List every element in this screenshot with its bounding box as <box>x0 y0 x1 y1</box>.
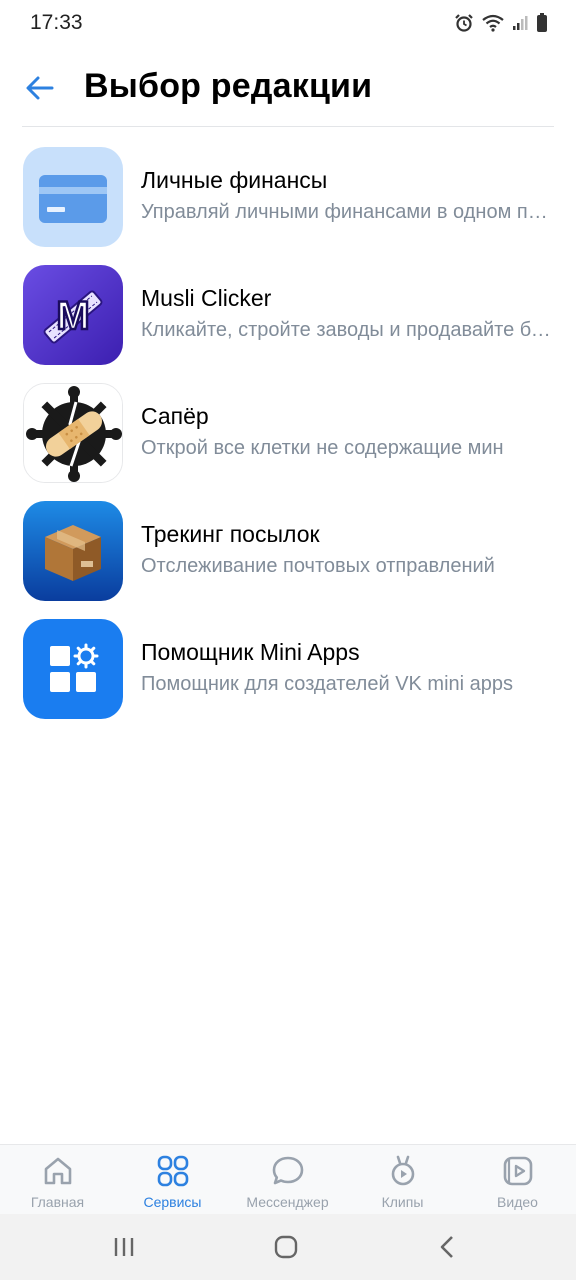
parcel-box-icon <box>23 501 123 601</box>
system-back-button[interactable] <box>428 1230 468 1264</box>
list-item-parcel-tracking[interactable]: Трекинг посылок Отслеживание почтовых от… <box>0 494 576 612</box>
status-bar: 17:33 <box>0 0 576 48</box>
home-circle-icon <box>274 1235 298 1259</box>
header: Выбор редакции <box>0 48 576 128</box>
message-bubble-icon <box>272 1156 303 1185</box>
alarm-icon <box>455 14 473 32</box>
tab-label: Сервисы <box>143 1194 202 1210</box>
item-subtitle: Открой все клетки не содержащие мин <box>141 437 504 459</box>
item-subtitle: Отслеживание почтовых отправлений <box>141 555 495 577</box>
back-button[interactable] <box>22 70 58 106</box>
tab-messenger[interactable]: Мессенджер <box>230 1145 345 1215</box>
item-title: Сапёр <box>141 403 209 429</box>
system-nav-bar <box>0 1214 576 1280</box>
tab-label: Видео <box>497 1194 538 1210</box>
home-icon <box>44 1157 71 1185</box>
item-title: Личные финансы <box>141 167 328 193</box>
list-item-personal-finance[interactable]: Личные финансы Управляй личными финансам… <box>0 140 576 258</box>
tab-label: Клипы <box>381 1194 424 1210</box>
header-divider <box>22 126 554 127</box>
item-title: Трекинг посылок <box>141 521 320 547</box>
recents-icon <box>114 1238 134 1256</box>
svg-text:M: M <box>56 294 89 338</box>
video-icon <box>503 1156 532 1186</box>
item-title: Помощник Mini Apps <box>141 639 360 665</box>
status-time: 17:33 <box>30 11 83 34</box>
tab-label: Главная <box>30 1194 85 1210</box>
signal-icon <box>513 16 528 30</box>
item-subtitle: Управляй личными финансами в одном прило… <box>141 201 553 223</box>
tab-services[interactable]: Сервисы <box>115 1145 230 1215</box>
clips-icon <box>391 1155 414 1186</box>
tab-label: Мессенджер <box>246 1194 329 1210</box>
tab-home[interactable]: Главная <box>0 1145 115 1215</box>
list-item-mini-apps-helper[interactable]: Помощник Mini Apps Помощник для создател… <box>0 612 576 730</box>
battery-icon <box>537 13 547 32</box>
services-grid-icon <box>157 1155 188 1187</box>
home-button[interactable] <box>266 1230 306 1264</box>
status-icons <box>454 13 548 33</box>
mine-bandage-icon <box>23 383 123 483</box>
list-item-minesweeper[interactable]: Сапёр Открой все клетки не содержащие ми… <box>0 376 576 494</box>
page-title: Выбор редакции <box>84 67 373 105</box>
musli-clicker-icon: M <box>23 265 123 365</box>
wifi-icon <box>482 14 504 32</box>
chevron-left-icon <box>440 1236 453 1258</box>
item-subtitle: Помощник для создателей VK mini apps <box>141 673 514 695</box>
apps-list: Личные финансы Управляй личными финансам… <box>0 140 576 730</box>
bottom-tab-bar: Главная Сервисы Мессенджер Клипы Видео <box>0 1144 576 1214</box>
apps-gear-icon <box>23 619 123 719</box>
credit-card-icon <box>23 147 123 247</box>
item-subtitle: Кликайте, стройте заводы и продавайте ба… <box>141 319 553 341</box>
tab-video[interactable]: Видео <box>460 1145 575 1215</box>
list-item-musli-clicker[interactable]: M Musli Clicker Кликайте, стройте заводы… <box>0 258 576 376</box>
back-arrow-icon <box>26 76 54 100</box>
tab-clips[interactable]: Клипы <box>345 1145 460 1215</box>
item-title: Musli Clicker <box>141 285 272 311</box>
recents-button[interactable] <box>104 1230 144 1264</box>
